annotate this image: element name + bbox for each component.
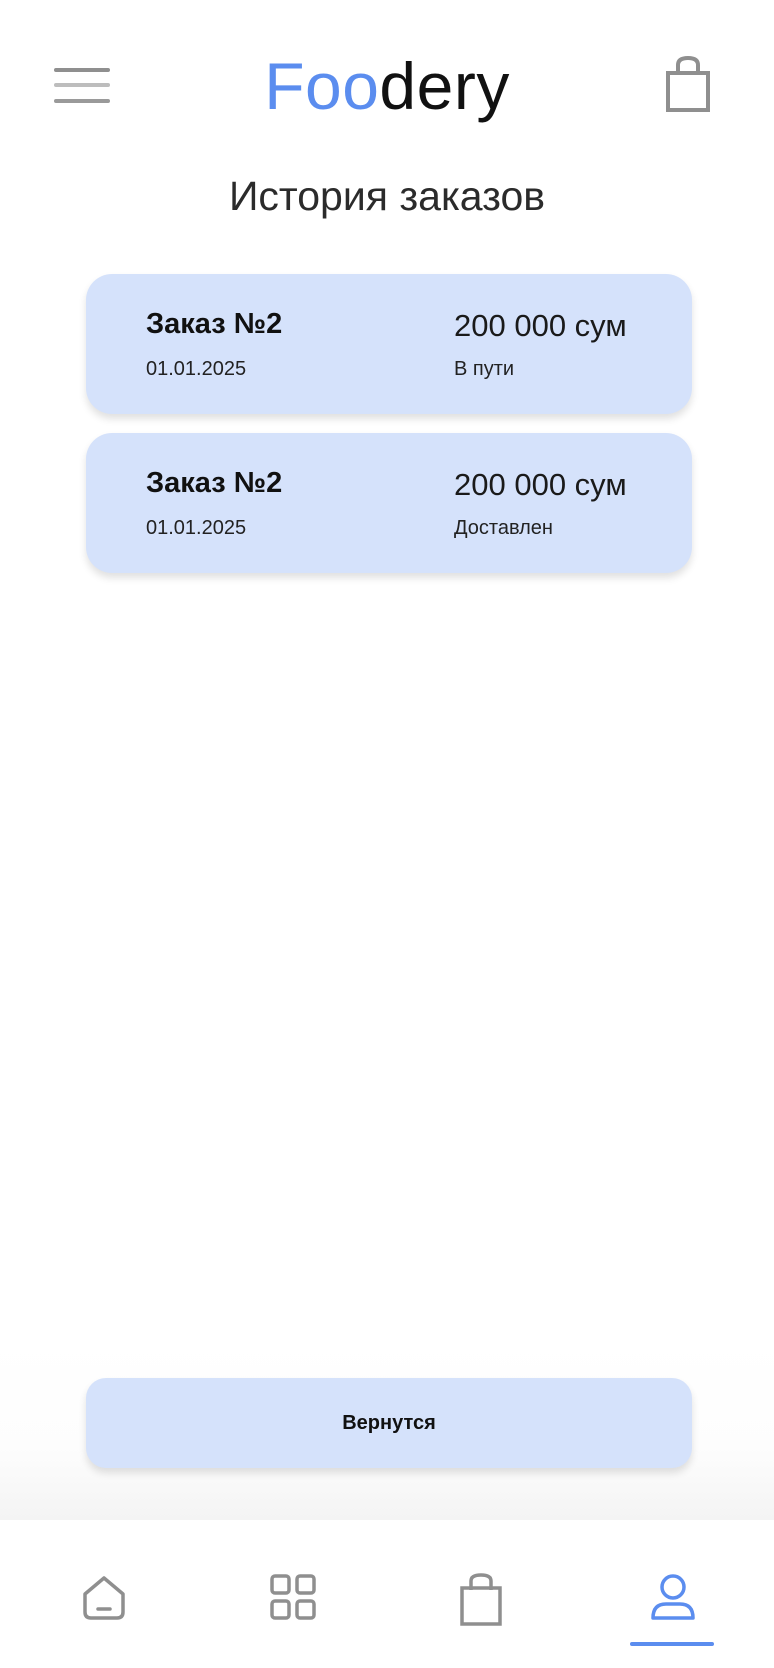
grid-icon [270, 1574, 316, 1620]
order-title: Заказ №2 [146, 467, 283, 499]
order-card[interactable]: Заказ №2 01.01.2025 200 000 сум В пути [86, 274, 692, 414]
nav-item-catalog[interactable] [232, 1520, 352, 1668]
order-card[interactable]: Заказ №2 01.01.2025 200 000 сум Доставле… [86, 433, 692, 573]
active-tab-indicator [630, 1642, 714, 1646]
order-date: 01.01.2025 [146, 358, 247, 380]
order-status: Доставлен [454, 517, 553, 539]
logo-rest-text: dery [379, 49, 510, 123]
home-icon [83, 1576, 125, 1620]
order-price: 200 000 сум [454, 467, 627, 502]
bottom-navigation [0, 1520, 774, 1668]
app-logo: Foodery [0, 46, 774, 126]
order-title: Заказ №2 [146, 308, 283, 340]
order-status: В пути [454, 358, 515, 380]
back-button[interactable]: Вернутся [86, 1378, 692, 1468]
app-header: Foodery [0, 0, 774, 170]
nav-item-cart[interactable] [420, 1520, 540, 1668]
order-date: 01.01.2025 [146, 517, 247, 539]
user-icon [651, 1574, 695, 1620]
page-title: История заказов [228, 173, 546, 219]
nav-item-home[interactable] [43, 1520, 163, 1668]
order-price: 200 000 сум [454, 308, 627, 343]
shopping-bag-icon [460, 1573, 502, 1626]
cart-bag-icon[interactable] [666, 55, 710, 112]
logo-accent-text: Foo [264, 49, 380, 123]
